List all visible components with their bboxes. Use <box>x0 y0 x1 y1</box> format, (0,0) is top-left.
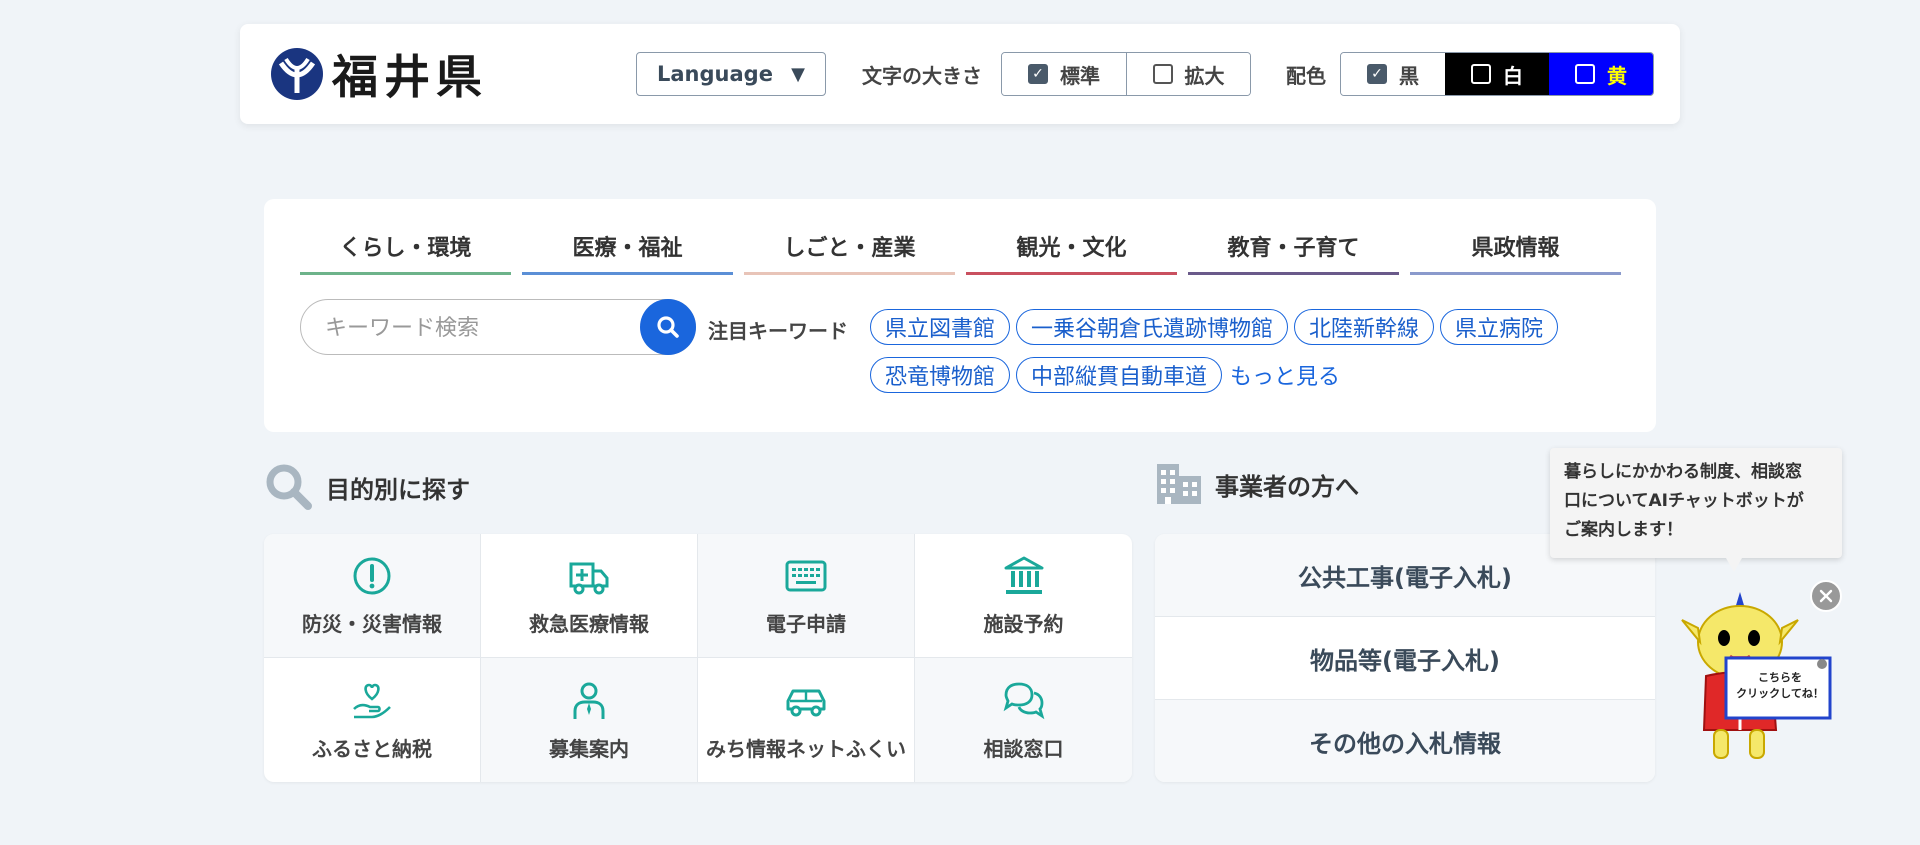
checkbox-empty-icon <box>1152 64 1173 84</box>
business-list: 公共工事(電子入札) 物品等(電子入札) その他の入札情報 <box>1155 534 1655 782</box>
color-black-label: 黒 <box>1399 63 1419 88</box>
magnifier-icon <box>266 464 312 510</box>
heart-hand-icon <box>353 683 391 718</box>
nav-tab-work[interactable]: しごと・産業 <box>744 219 955 275</box>
purpose-item-hometown-tax[interactable]: ふるさと納税 <box>264 658 481 782</box>
chat-icon <box>1003 682 1044 719</box>
featured-keywords-label: 注目キーワード <box>708 319 848 343</box>
color-scheme-label: 配色 <box>1286 64 1326 88</box>
more-keywords-link[interactable]: もっと見る <box>1228 357 1342 393</box>
nav-tab-government[interactable]: 県政情報 <box>1410 219 1621 275</box>
site-title: 福井県 <box>332 50 488 104</box>
font-size-large-button[interactable]: 拡大 <box>1126 53 1250 95</box>
checkbox-checked-icon: ✓ <box>1028 64 1048 84</box>
office-building-icon <box>1157 464 1201 504</box>
font-size-label: 文字の大きさ <box>862 64 982 88</box>
language-select[interactable]: Language ▼ <box>636 52 826 96</box>
purpose-grid: 防災・災害情報 救急医療情報 電子申請 施設予約 ふるさと納税 募集案内 みち情… <box>264 534 1132 782</box>
business-item-goods[interactable]: 物品等(電子入札) <box>1155 617 1655 700</box>
business-section-title: 事業者の方へ <box>1215 472 1359 501</box>
color-white-label: 白 <box>1503 63 1523 88</box>
mascot-sign-line: こちらを <box>1758 671 1802 684</box>
purpose-item-disaster[interactable]: 防災・災害情報 <box>264 534 481 658</box>
purpose-section-title: 目的別に探す <box>326 475 470 504</box>
business-section-heading: 事業者の方へ <box>1155 462 1359 506</box>
checkbox-checked-icon: ✓ <box>1367 64 1387 84</box>
purpose-item-facility[interactable]: 施設予約 <box>915 534 1132 658</box>
car-icon <box>786 689 826 716</box>
search-input[interactable] <box>325 312 625 344</box>
purpose-item-label: みち情報ネットふくい <box>706 736 906 761</box>
keyword-link[interactable]: 北陸新幹線 <box>1294 309 1435 345</box>
purpose-item-e-application[interactable]: 電子申請 <box>698 534 915 658</box>
font-size-large-label: 拡大 <box>1184 63 1225 88</box>
fukui-emblem-icon <box>271 48 323 100</box>
keyword-link[interactable]: 一乗谷朝倉氏遺跡博物館 <box>1016 309 1289 345</box>
checkbox-empty-icon <box>1575 64 1595 84</box>
ambulance-icon <box>569 562 609 595</box>
search-box <box>300 299 696 355</box>
purpose-item-label: 防災・災害情報 <box>302 612 442 636</box>
purpose-item-label: 相談窓口 <box>983 736 1064 761</box>
site-header: 福井県 Language ▼ 文字の大きさ ✓ 標準 拡大 配色 ✓ 黒 白 黄 <box>240 24 1680 124</box>
purpose-item-road-info[interactable]: みち情報ネットふくい <box>698 658 915 782</box>
building-icon <box>1004 556 1043 594</box>
color-scheme-group: ✓ 黒 白 黄 <box>1340 52 1654 96</box>
nav-tab-medical[interactable]: 医療・福祉 <box>522 219 733 275</box>
nav-search-panel: くらし・環境 医療・福祉 しごと・産業 観光・文化 教育・子育て 県政情報 注目… <box>264 199 1656 432</box>
purpose-section-heading: 目的別に探す <box>264 462 470 512</box>
nav-tab-education[interactable]: 教育・子育て <box>1188 219 1399 275</box>
purpose-item-consultation[interactable]: 相談窓口 <box>915 658 1132 782</box>
featured-keywords: 県立図書館 一乗谷朝倉氏遺跡博物館 北陸新幹線 県立病院 恐竜博物館 中部縦貫自… <box>870 309 1610 393</box>
font-size-group: ✓ 標準 拡大 <box>1001 52 1251 96</box>
alert-icon <box>353 557 391 595</box>
purpose-item-label: 施設予約 <box>983 612 1064 636</box>
keyword-link[interactable]: 県立病院 <box>1440 309 1559 345</box>
purpose-item-emergency[interactable]: 救急医療情報 <box>481 534 698 658</box>
search-button[interactable] <box>640 299 696 355</box>
chatbot-bubble-line: 口についてAIチャットボットが <box>1564 491 1804 511</box>
search-icon <box>657 316 679 338</box>
checkbox-empty-icon <box>1471 64 1491 84</box>
keyword-link[interactable]: 中部縦貫自動車道 <box>1016 357 1223 393</box>
chatbot-bubble-line: ご案内します！ <box>1564 520 1683 540</box>
person-icon <box>573 682 605 719</box>
mascot-sign-line: クリックしてね！ <box>1736 687 1824 700</box>
triangle-down-icon: ▼ <box>791 63 805 85</box>
font-size-standard-label: 標準 <box>1060 63 1100 88</box>
purpose-item-label: 募集案内 <box>549 736 629 761</box>
purpose-item-label: 救急医療情報 <box>529 612 649 636</box>
nav-tab-living[interactable]: くらし・環境 <box>300 219 511 275</box>
mascot-sign: こちらを クリックしてね！ <box>1732 670 1828 702</box>
chatbot-mascot[interactable]: こちらを クリックしてね！ <box>1676 584 1836 766</box>
purpose-item-label: 電子申請 <box>766 612 846 636</box>
keyword-link[interactable]: 県立図書館 <box>870 309 1011 345</box>
font-size-standard-button[interactable]: ✓ 標準 <box>1002 53 1126 95</box>
category-nav: くらし・環境 医療・福祉 しごと・産業 観光・文化 教育・子育て 県政情報 <box>300 219 1621 275</box>
keyboard-icon <box>785 560 827 592</box>
chatbot-bubble-line: 暮らしにかかわる制度、相談窓 <box>1564 462 1802 482</box>
language-label: Language <box>657 62 773 86</box>
purpose-item-label: ふるさと納税 <box>312 736 432 761</box>
keyword-link[interactable]: 恐竜博物館 <box>870 357 1011 393</box>
nav-tab-tourism[interactable]: 観光・文化 <box>966 219 1177 275</box>
site-logo[interactable]: 福井県 <box>270 46 488 104</box>
color-yellow-button[interactable]: 黄 <box>1549 53 1653 95</box>
business-item-other-bids[interactable]: その他の入札情報 <box>1155 700 1655 782</box>
color-yellow-label: 黄 <box>1607 63 1627 88</box>
chatbot-bubble[interactable]: 暮らしにかかわる制度、相談窓 口についてAIチャットボットが ご案内します！ <box>1550 448 1842 572</box>
purpose-item-recruitment[interactable]: 募集案内 <box>481 658 698 782</box>
color-black-button[interactable]: ✓ 黒 <box>1341 53 1445 95</box>
color-white-button[interactable]: 白 <box>1445 53 1549 95</box>
